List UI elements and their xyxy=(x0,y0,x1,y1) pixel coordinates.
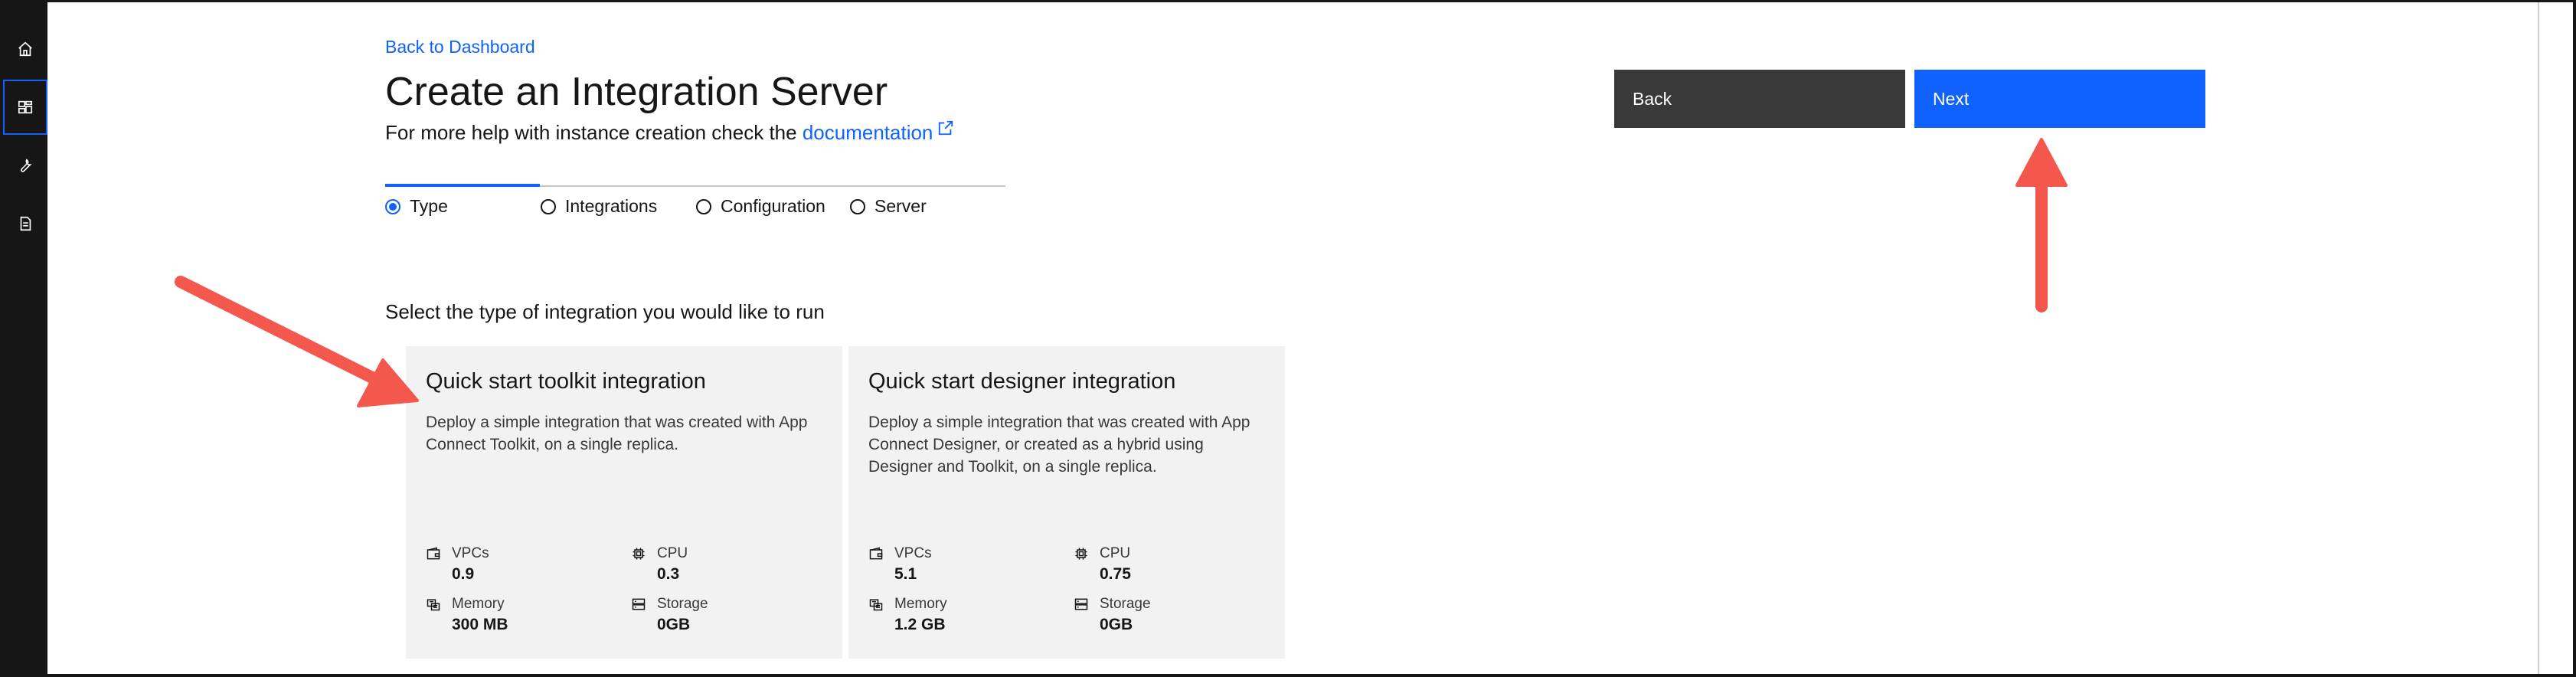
tile-toolkit-integration[interactable]: Quick start toolkit integration Deploy a… xyxy=(406,346,842,659)
left-nav-rail xyxy=(0,0,47,677)
spec-storage: Storage 0GB xyxy=(631,596,815,634)
step-label: Integrations xyxy=(565,196,658,216)
spec-value: 0GB xyxy=(1100,616,1133,633)
dashboard-icon[interactable] xyxy=(3,80,47,135)
home-icon[interactable] xyxy=(3,21,47,77)
spec-label: VPCs xyxy=(452,545,489,561)
step-type[interactable]: Type xyxy=(385,196,448,217)
spec-label: Storage xyxy=(657,596,708,612)
annotation-arrow-to-tile xyxy=(175,276,419,407)
page-title: Create an Integration Server xyxy=(385,70,888,114)
back-to-dashboard-link[interactable]: Back to Dashboard xyxy=(385,37,535,57)
spec-cpu: CPU 0.3 xyxy=(631,545,815,584)
radio-empty-icon xyxy=(541,198,556,214)
progress-active-segment xyxy=(385,184,540,187)
tile-title: Quick start designer integration xyxy=(868,369,1176,394)
step-label: Type xyxy=(410,196,448,216)
spec-memory: Memory 300 MB xyxy=(426,596,610,634)
storage-icon xyxy=(1074,598,1088,610)
tile-description: Deploy a simple integration that was cre… xyxy=(426,414,808,453)
spec-label: Memory xyxy=(452,596,505,612)
spec-value: 0GB xyxy=(657,616,691,633)
next-button[interactable]: Next xyxy=(1914,70,2205,128)
help-text: For more help with instance creation che… xyxy=(385,119,954,145)
spec-label: VPCs xyxy=(894,545,932,561)
document-icon[interactable] xyxy=(3,196,47,251)
spec-label: Memory xyxy=(894,596,947,612)
storage-icon xyxy=(632,598,646,610)
radio-empty-icon xyxy=(850,198,865,214)
tile-title: Quick start toolkit integration xyxy=(426,369,706,394)
spec-value: 5.1 xyxy=(894,565,917,583)
chip-icon xyxy=(1075,548,1087,560)
tile-designer-integration[interactable]: Quick start designer integration Deploy … xyxy=(848,346,1285,659)
spec-vpcs: VPCs 0.9 xyxy=(426,545,610,584)
spec-cpu: CPU 0.75 xyxy=(1074,545,1257,584)
spec-vpcs: VPCs 5.1 xyxy=(868,545,1052,584)
spec-label: CPU xyxy=(657,545,688,561)
wrench-icon[interactable] xyxy=(3,138,47,193)
radio-empty-icon xyxy=(696,198,711,214)
spec-value: 1.2 GB xyxy=(894,616,946,633)
wallet-icon xyxy=(427,547,440,560)
right-scroll-strip xyxy=(2538,0,2573,677)
spec-label: Storage xyxy=(1100,596,1151,612)
step-label: Server xyxy=(874,196,927,216)
spec-storage: Storage 0GB xyxy=(1074,596,1257,634)
annotation-arrow-to-next xyxy=(2015,138,2068,312)
external-link-icon xyxy=(939,120,953,136)
memory-icon xyxy=(427,599,440,611)
step-integrations[interactable]: Integrations xyxy=(541,196,657,217)
step-label: Configuration xyxy=(721,196,825,216)
step-configuration[interactable]: Configuration xyxy=(696,196,825,217)
spec-value: 0.9 xyxy=(452,565,475,583)
spec-label: CPU xyxy=(1100,545,1131,561)
spec-value: 0.3 xyxy=(657,565,680,583)
tile-description: Deploy a simple integration that was cre… xyxy=(868,414,1250,476)
documentation-link[interactable]: documentation xyxy=(803,121,933,144)
spec-memory: Memory 1.2 GB xyxy=(868,596,1052,634)
wallet-icon xyxy=(869,547,883,560)
back-button[interactable]: Back xyxy=(1614,70,1905,128)
radio-selected-icon xyxy=(385,198,400,214)
memory-icon xyxy=(869,599,883,611)
instruction-text: Select the type of integration you would… xyxy=(385,300,825,323)
spec-value: 300 MB xyxy=(452,616,508,633)
help-prefix: For more help with instance creation che… xyxy=(385,121,803,144)
step-server[interactable]: Server xyxy=(850,196,927,217)
chip-icon xyxy=(633,548,645,560)
spec-value: 0.75 xyxy=(1100,565,1131,583)
